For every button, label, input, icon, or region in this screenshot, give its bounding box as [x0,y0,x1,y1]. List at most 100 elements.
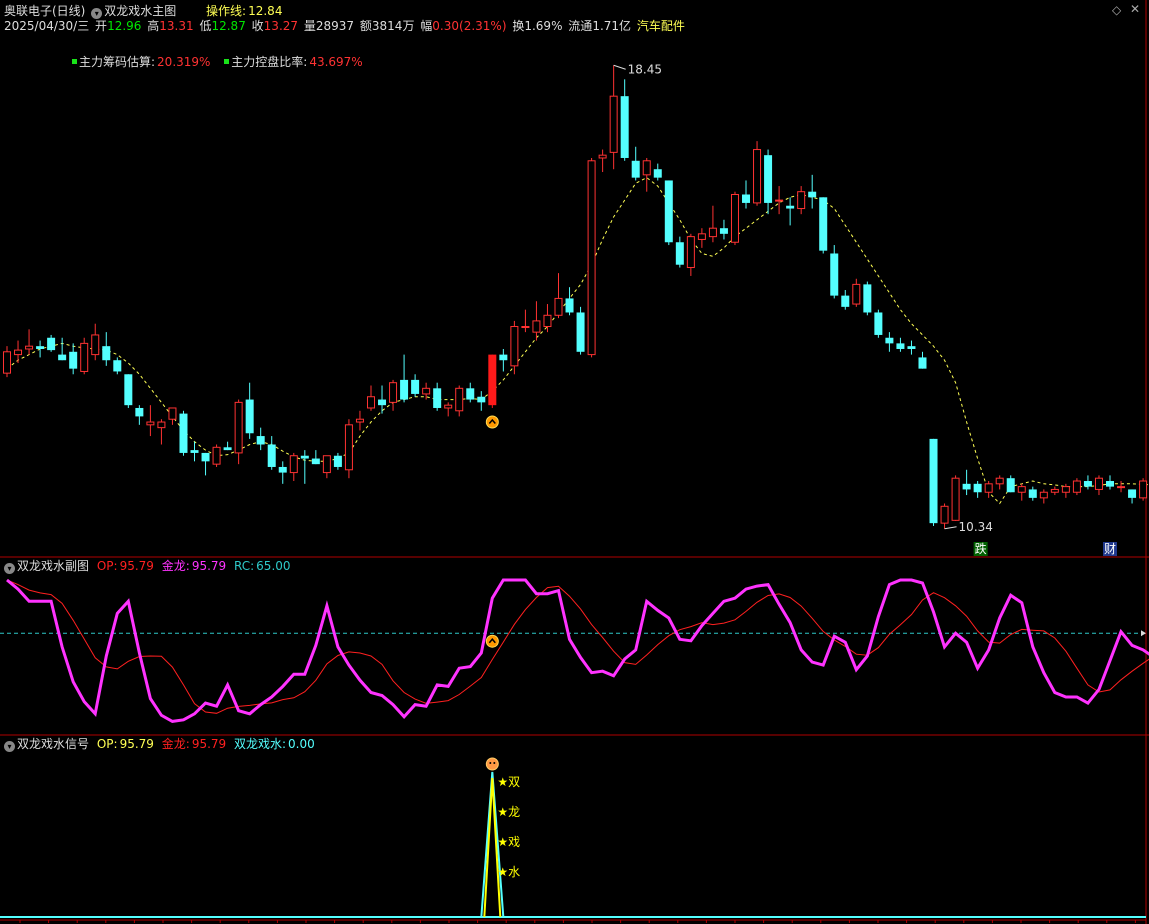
high-label: 高 [147,19,160,33]
sub1-title[interactable]: 双龙戏水副图 [17,559,89,573]
candle-body [1072,480,1081,493]
sub2-op-label: OP: [96,737,118,751]
main-header-row1: 奥联电子(日线) ▾ 双龙戏水主图 操作线: 12.84 [4,4,284,19]
candle-body [863,284,872,313]
open-value: 12.96 [107,19,142,33]
turnover-value: 1.69% [524,19,563,33]
sub1-rc-label: RC: [234,559,255,573]
candle-body [344,424,353,471]
candle-body [642,160,651,176]
change-value: 0.30(2.31%) [432,19,507,33]
candle-body [598,154,607,159]
signal-star-label: ★龙 [497,805,520,819]
close-icon[interactable]: ✕ [1130,2,1140,16]
signal-star-label: ★戏 [497,835,520,849]
candle-body [333,455,342,467]
chip-label: 主力筹码估算: [79,55,156,69]
sub2-header: ▾ 双龙戏水信号 OP: 95.79 金龙: 95.79 双龙戏水: 0.00 [4,737,317,752]
gold-series-line [6,578,1149,723]
sub1-gold-value: 95.79 [191,559,227,573]
candle-body [1094,477,1103,490]
candle-body [256,436,265,445]
candle-body [510,326,519,367]
candle-body [587,160,596,356]
candle-body [764,155,773,203]
signal-star-label: ★水 [497,865,520,879]
candle-body [25,345,34,350]
candle-body [190,450,199,453]
candle-body [355,418,364,423]
sub1-op-value: 95.79 [119,559,154,573]
op-line-value: 12.84 [248,4,283,18]
high-value: 13.31 [159,19,194,33]
signal-panel: ★双 ★龙 ★戏 ★水 [0,757,1146,918]
op-series-line [6,579,1149,714]
sub2-gold-label: 金龙: [161,737,190,751]
candle-body [521,326,530,329]
op-line-label: 操作线: [206,4,247,18]
main-header-row2: 2025/04/30/三 开12.96 高13.31 低12.87 收13.27… [4,19,687,33]
candle-body [664,180,673,243]
candle-body [719,228,728,234]
signal-peak-icon [485,757,499,771]
candle-body [1050,488,1059,493]
candle-body [113,360,122,372]
sub1-header: ▾ 双龙戏水副图 OP: 95.79 金龙: 95.79 RC: 65.00 [4,559,293,574]
max-pointer [613,64,626,70]
control-label: 主力控盘比率: [231,55,308,69]
control-value: 43.697% [309,55,363,69]
indicator-name[interactable]: 双龙戏水主图 [104,4,176,18]
stock-name: 奥联电子(日线) [4,4,86,18]
candle-body [477,396,486,403]
candle-body [819,197,828,251]
candle-body [1006,478,1015,493]
turnover-label: 换 [512,19,525,33]
sub1-rc-value: 65.00 [256,559,291,573]
panel-frames [0,0,1149,924]
candle-body [3,351,11,374]
candle-body [730,193,739,243]
candle-body [223,447,232,451]
sub2-op-value: 95.79 [119,737,154,751]
diamond-icon[interactable]: ◇ [1112,3,1121,17]
chevron-down-icon[interactable]: ▾ [91,8,103,19]
sub1-gold-label: 金龙: [161,559,190,573]
event-marker: 跌 [975,541,987,556]
candle-body [400,379,409,400]
candle-body [775,199,784,202]
sub1-op-label: OP: [96,559,118,573]
candle-body [675,242,684,265]
signal-peak-icon [489,762,492,764]
candle-body [631,160,640,178]
candle-body [422,387,431,395]
candle-body [1039,491,1048,499]
candle-body [499,354,508,361]
candle-body [444,404,453,409]
candle-body [455,387,464,412]
chevron-down-icon[interactable]: ▾ [4,741,15,752]
candle-body [289,455,298,474]
candle-body [267,444,276,467]
legend-square-icon [72,59,77,64]
buy-signal-icon [485,415,499,429]
amount-value: 3814万 [371,19,415,33]
sub2-sl-label: 双龙戏水: [234,737,287,751]
close-value: 13.27 [263,19,299,33]
volume-value: 28937 [315,19,355,33]
candle-body [841,295,850,307]
min-label: 10.34 [959,520,993,534]
candle-body [576,312,585,352]
candle-body [366,396,375,409]
candle-body [389,382,398,403]
sector[interactable]: 汽车配件 [637,19,685,33]
sub2-sl-value: 0.00 [288,737,315,751]
main-legend: 主力筹码估算: 20.319% 主力控盘比率: 43.697% [72,55,365,69]
candle-body [124,374,133,406]
chevron-down-icon[interactable]: ▾ [4,563,15,574]
signal-star-label: ★双 [497,775,520,789]
candle-body [1061,486,1070,493]
candle-body [1083,481,1092,487]
candle-body [433,388,442,408]
sub2-title[interactable]: 双龙戏水信号 [17,737,89,751]
candle-body [708,227,717,238]
